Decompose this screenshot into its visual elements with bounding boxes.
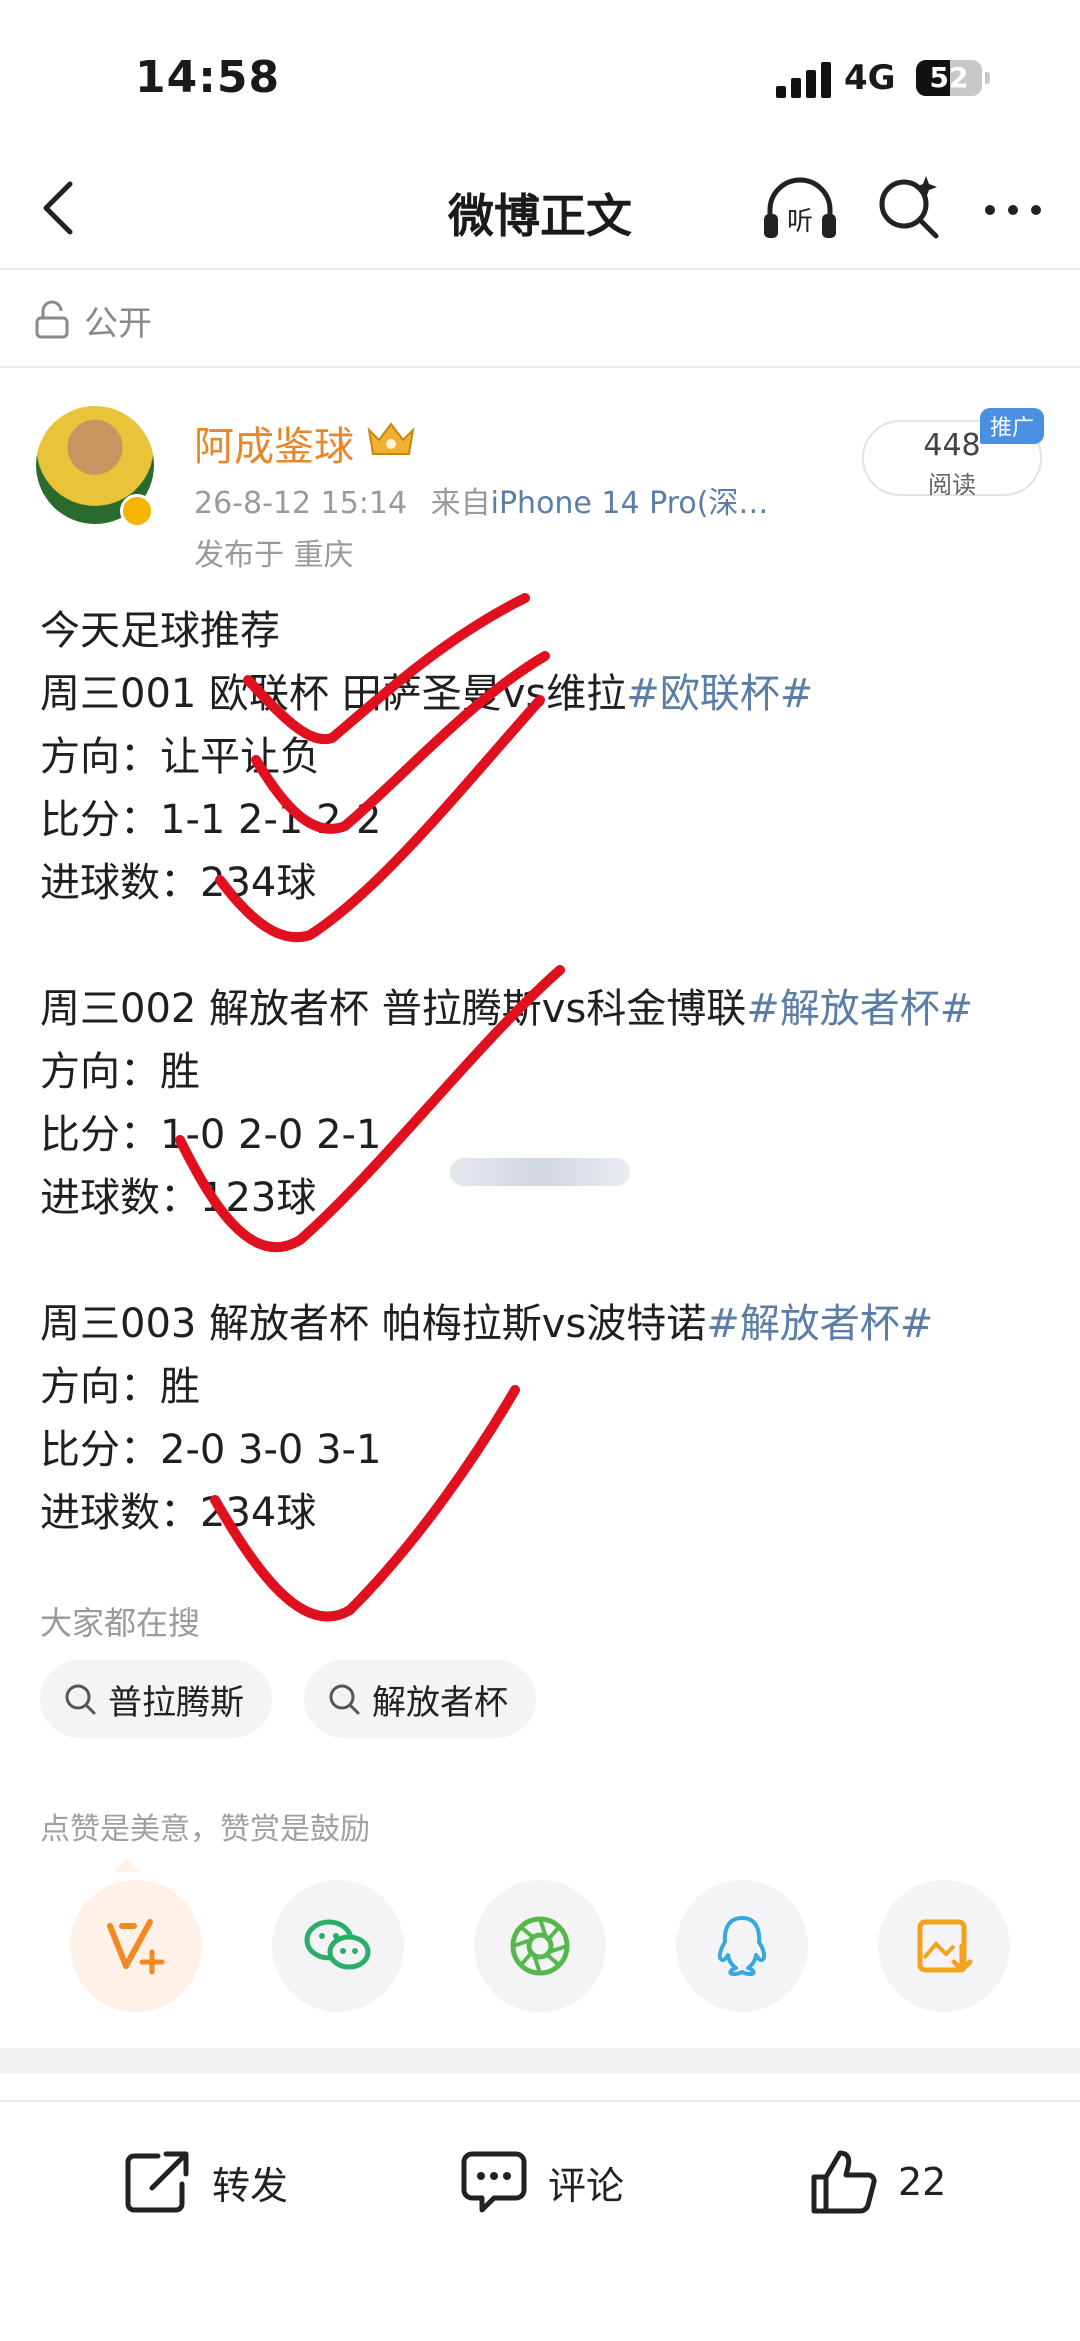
repost-button[interactable]: 转发 (122, 2142, 288, 2222)
network-type: 4G (844, 58, 896, 98)
search-chip-label: 解放者杯 (372, 1682, 508, 1723)
author-name[interactable]: 阿成鉴球 (194, 414, 354, 472)
visibility-row: 公开 (34, 292, 152, 348)
post-location: 发布于 重庆 (194, 538, 354, 573)
promo-badge[interactable]: 推广 (980, 408, 1045, 444)
search-icon[interactable] (874, 172, 944, 242)
search-chip-label: 普拉腾斯 (108, 1682, 244, 1723)
status-time: 14:58 (135, 52, 281, 103)
post-device[interactable]: iPhone 14 Pro(深… (491, 486, 769, 521)
blurred-watermark (450, 1158, 630, 1186)
match-title-text: 周三003 解放者杯 帕梅拉斯vs波特诺 (40, 1301, 707, 1347)
verified-badge (120, 494, 154, 528)
read-count-label: 阅读 (928, 471, 976, 499)
match-score: 比分：1-1 2-1 2-2 (40, 797, 382, 843)
share-moments-button[interactable] (474, 1880, 606, 2012)
match-title: 周三003 解放者杯 帕梅拉斯vs波特诺#解放者杯# (40, 1293, 1060, 1356)
match-score: 比分：2-0 3-0 3-1 (40, 1427, 382, 1473)
share-wechat-button[interactable] (272, 1880, 404, 2012)
topic-link[interactable]: #解放者杯# (746, 986, 973, 1032)
match-title: 周三002 解放者杯 普拉腾斯vs科金博联#解放者杯# (40, 978, 1060, 1041)
match-title-text: 周三001 欧联杯 田萨圣曼vs维拉 (40, 671, 627, 717)
reward-pointer (114, 1858, 138, 1872)
search-chip[interactable]: 解放者杯 (304, 1660, 536, 1738)
wechat-icon (304, 1919, 371, 1970)
listen-icon[interactable]: 听 (760, 174, 840, 244)
share-qq-button[interactable] (676, 1880, 808, 2012)
search-chip[interactable]: 普拉腾斯 (40, 1660, 272, 1738)
like-button[interactable]: 22 (808, 2142, 946, 2222)
save-image-button[interactable] (878, 1880, 1010, 2012)
like-icon (811, 2150, 877, 2214)
post-intro: 今天足球推荐 (40, 608, 280, 654)
match-goals: 进球数：234球 (40, 860, 317, 906)
qq-icon (717, 1916, 767, 1976)
battery-cap (985, 72, 990, 84)
visibility-divider (0, 366, 1080, 368)
comment-label: 评论 (548, 2163, 625, 2208)
match-direction: 方向：胜 (40, 1364, 200, 1410)
more-icon[interactable] (980, 180, 1046, 240)
moments-icon (510, 1916, 570, 1976)
topic-link[interactable]: #欧联杯# (626, 671, 813, 717)
post-body: 今天足球推荐 周三001 欧联杯 田萨圣曼vs维拉#欧联杯# 方向：让平让负 比… (40, 600, 1060, 1545)
like-count: 22 (898, 2160, 947, 2204)
match-direction: 方向：胜 (40, 1049, 200, 1095)
crown-icon (367, 422, 415, 455)
topic-link[interactable]: #解放者杯# (706, 1301, 933, 1347)
battery-level: 52 (929, 61, 969, 94)
post-from: 来自 (430, 486, 491, 521)
reward-icon (107, 1919, 165, 1975)
search-icon (329, 1684, 360, 1715)
repost-label: 转发 (212, 2163, 289, 2208)
comment-icon (461, 2151, 527, 2213)
visibility-label: 公开 (84, 303, 152, 344)
section-divider (0, 2048, 1080, 2074)
hot-search-title: 大家都在搜 (40, 1604, 201, 1642)
signal-icon (776, 62, 832, 98)
search-icon (65, 1684, 96, 1715)
status-bar: 14:58 4G 52 (0, 0, 1080, 150)
nav-divider (0, 268, 1080, 270)
save-image-icon (917, 1919, 973, 1973)
comment-button[interactable]: 评论 (458, 2142, 624, 2222)
bottom-action-bar: 转发 评论 22 (0, 2100, 1080, 2260)
svg-text:听: 听 (787, 207, 813, 237)
post-time: 26-8-12 15:14 (194, 486, 408, 521)
lock-icon (35, 300, 69, 339)
match-direction: 方向：让平让负 (40, 734, 320, 780)
post-meta: 26-8-12 15:14 来自iPhone 14 Pro(深… (194, 478, 768, 522)
share-row (0, 1880, 1080, 2020)
match-goals: 进球数：234球 (40, 1490, 317, 1536)
reward-button[interactable] (70, 1880, 202, 2012)
like-note: 点赞是美意，赞赏是鼓励 (40, 1812, 370, 1847)
repost-icon (125, 2151, 189, 2213)
battery-icon: 52 (916, 60, 982, 96)
match-title: 周三001 欧联杯 田萨圣曼vs维拉#欧联杯# (40, 663, 1060, 726)
nav-bar: 微博正文 听 (0, 150, 1080, 270)
match-title-text: 周三002 解放者杯 普拉腾斯vs科金博联 (40, 986, 747, 1032)
